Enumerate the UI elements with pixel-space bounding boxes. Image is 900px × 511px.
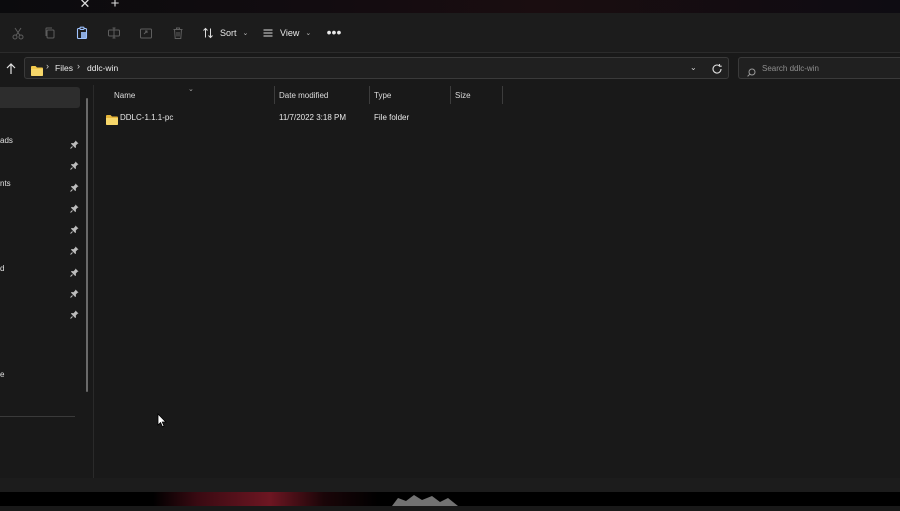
breadcrumb-ddlc-win[interactable]: ddlc-win: [87, 63, 118, 73]
nav-item-selected[interactable]: [0, 87, 80, 108]
paste-icon[interactable]: [75, 26, 89, 40]
column-separator[interactable]: [369, 86, 370, 104]
nav-item-downloads[interactable]: ads: [0, 136, 13, 145]
file-date-modified: 11/7/2022 3:18 PM: [279, 113, 347, 122]
search-icon: [747, 64, 756, 77]
pane-divider[interactable]: [93, 85, 94, 478]
pin-icon: [70, 221, 79, 234]
chevron-down-icon: ⌄: [242, 30, 249, 37]
view-label: View: [280, 28, 300, 38]
pin-icon: [70, 285, 79, 298]
delete-icon[interactable]: [171, 26, 185, 40]
view-icon: [263, 29, 273, 37]
pin-icon: [70, 264, 79, 277]
file-name[interactable]: DDLC-1.1.1-pc: [120, 113, 173, 122]
column-separator[interactable]: [450, 86, 451, 104]
chevron-down-icon: ⌄: [305, 30, 312, 37]
cut-icon[interactable]: [11, 26, 25, 40]
title-bar: [0, 0, 900, 13]
nav-item[interactable]: e: [0, 370, 4, 379]
nav-item[interactable]: d: [0, 264, 4, 273]
view-button[interactable]: View ⌄: [262, 23, 311, 43]
search-input[interactable]: [762, 62, 892, 74]
sort-indicator-icon: ⌄: [188, 86, 194, 93]
nav-item-documents[interactable]: nts: [0, 179, 11, 188]
share-icon[interactable]: [139, 26, 153, 40]
refresh-icon[interactable]: [711, 62, 723, 74]
column-separator[interactable]: [274, 86, 275, 104]
up-arrow-icon[interactable]: [3, 61, 19, 77]
close-tab-button[interactable]: ✕: [79, 0, 91, 12]
rename-icon[interactable]: [107, 26, 121, 40]
sort-button[interactable]: Sort ⌄: [202, 23, 248, 43]
command-bar: [0, 13, 900, 53]
pin-icon: [70, 136, 79, 149]
sort-icon: [203, 27, 213, 39]
address-bar[interactable]: [24, 57, 729, 79]
nav-scrollbar[interactable]: [86, 98, 88, 392]
column-header-date-modified[interactable]: Date modified: [279, 91, 328, 100]
sort-label: Sort: [220, 28, 237, 38]
wallpaper-figure: [388, 492, 468, 506]
window-bottom-edge: [0, 478, 900, 492]
file-type: File folder: [374, 113, 410, 122]
column-header-name[interactable]: Name: [114, 91, 135, 100]
column-header-size[interactable]: Size: [455, 91, 471, 100]
more-options-button[interactable]: •••: [326, 23, 342, 43]
nav-divider: [0, 416, 75, 417]
folder-icon: [106, 112, 118, 125]
pin-icon: [70, 200, 79, 213]
breadcrumb-files[interactable]: Files: [55, 63, 73, 73]
mouse-cursor-icon: [157, 413, 167, 428]
new-tab-button[interactable]: +: [109, 0, 121, 12]
pin-icon: [70, 157, 79, 170]
pin-icon: [70, 179, 79, 192]
breadcrumb-separator[interactable]: ›: [77, 61, 80, 71]
pin-icon: [70, 306, 79, 319]
chevron-down-icon[interactable]: ⌄: [690, 63, 697, 72]
column-separator[interactable]: [502, 86, 503, 104]
breadcrumb-separator[interactable]: ›: [46, 61, 49, 71]
copy-icon[interactable]: [43, 26, 57, 40]
folder-icon: [31, 63, 43, 76]
pin-icon: [70, 242, 79, 255]
column-header-type[interactable]: Type: [374, 91, 391, 100]
